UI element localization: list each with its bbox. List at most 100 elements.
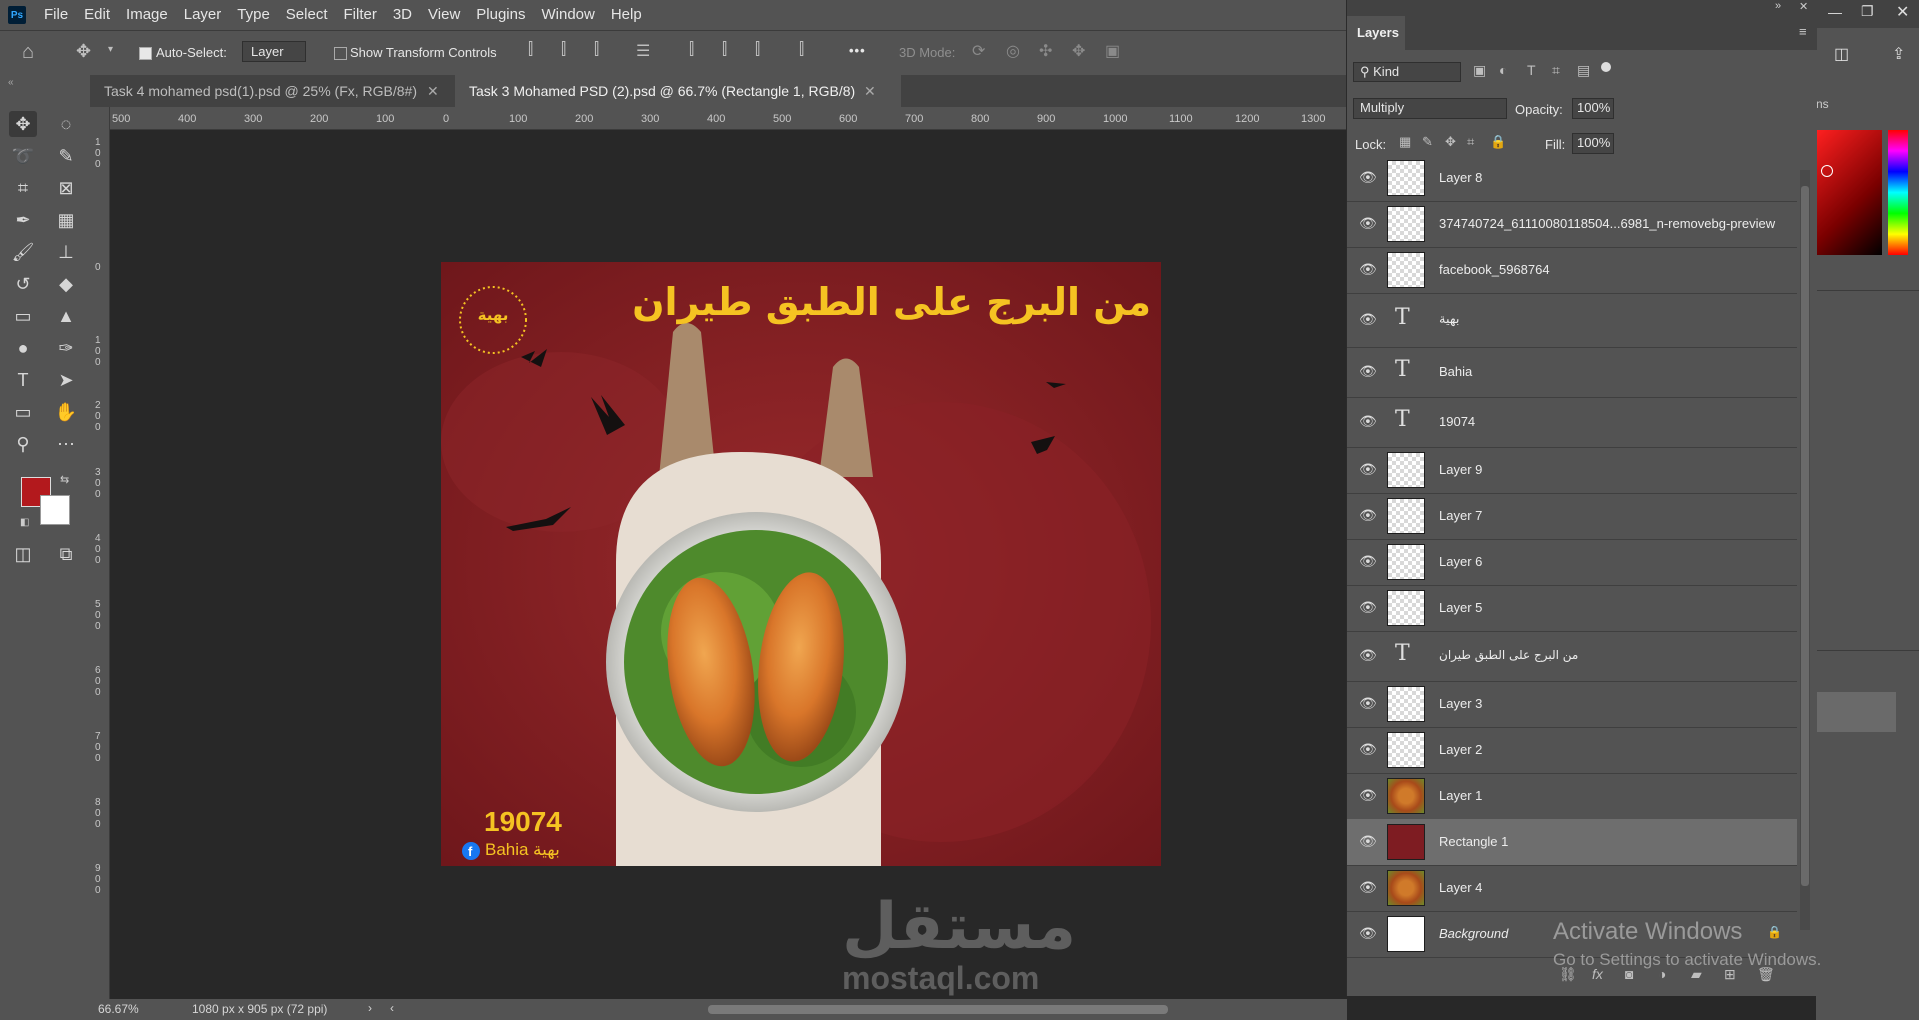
align-center-icon[interactable]: ⫿ [561, 41, 566, 59]
more-tools-icon[interactable]: ⋯ [52, 431, 80, 457]
filter-toggle-icon[interactable] [1601, 62, 1611, 72]
filter-kind-dropdown[interactable]: ⚲ Kind [1353, 62, 1461, 82]
workspace-icon[interactable]: ◫ [1834, 44, 1849, 64]
lock-all-icon[interactable]: 🔒 [1490, 134, 1506, 150]
align-top-icon[interactable]: ⫿ [689, 41, 694, 59]
3d-slide-icon[interactable]: ✥ [1072, 41, 1085, 61]
layer-row[interactable]: 👁 Layer 4 [1347, 865, 1797, 912]
home-icon[interactable]: ⌂ [22, 41, 34, 64]
menu-image[interactable]: Image [118, 0, 176, 30]
visibility-eye-icon[interactable]: 👁 [1359, 879, 1377, 896]
visibility-eye-icon[interactable]: 👁 [1359, 363, 1377, 380]
menu-help[interactable]: Help [603, 0, 650, 30]
distribute-vertical-icon[interactable]: ⫿ [799, 41, 804, 59]
visibility-eye-icon[interactable]: 👁 [1359, 647, 1377, 664]
hue-slider[interactable] [1888, 130, 1908, 255]
auto-select-dropdown[interactable]: Layer [242, 41, 306, 62]
collapse-icon[interactable]: « [8, 77, 14, 88]
auto-select-checkbox[interactable] [139, 47, 152, 60]
zoom-level[interactable]: 66.67% [98, 1002, 139, 1016]
align-bottom-icon[interactable]: ⫿ [755, 41, 760, 59]
chevron-left-icon[interactable]: ‹ [390, 1001, 394, 1015]
show-transform-checkbox[interactable] [334, 47, 347, 60]
close-window-icon[interactable]: ✕ [1896, 2, 1909, 22]
lock-transparent-icon[interactable]: ▦ [1399, 134, 1411, 150]
layers-scrollbar[interactable] [1800, 170, 1810, 930]
visibility-eye-icon[interactable]: 👁 [1359, 553, 1377, 570]
rectangle-tool-icon[interactable]: ▭ [9, 399, 37, 425]
lasso-tool-icon[interactable]: ➰ [9, 143, 37, 169]
hand-tool-icon[interactable]: ✋ [52, 399, 80, 425]
opacity-input[interactable]: 100% [1572, 98, 1614, 119]
3d-roll-icon[interactable]: ◎ [1006, 41, 1020, 61]
restore-icon[interactable]: ❐ [1861, 3, 1874, 20]
pen-tool-icon[interactable]: ✑ [52, 335, 80, 361]
lock-pixels-icon[interactable]: ✎ [1422, 134, 1433, 150]
close-icon[interactable]: ✕ [427, 83, 439, 100]
visibility-eye-icon[interactable]: 👁 [1359, 507, 1377, 524]
visibility-eye-icon[interactable]: 👁 [1359, 169, 1377, 186]
move-tool-icon[interactable]: ✥ [9, 111, 37, 137]
visibility-eye-icon[interactable]: 👁 [1359, 461, 1377, 478]
layer-row[interactable]: 👁 Layer 1 [1347, 773, 1797, 820]
3d-camera-icon[interactable]: ▣ [1105, 41, 1120, 61]
horizontal-scrollbar[interactable] [708, 1005, 1168, 1014]
lock-artboard-icon[interactable]: ⌗ [1467, 134, 1474, 150]
visibility-eye-icon[interactable]: 👁 [1359, 833, 1377, 850]
menu-3d[interactable]: 3D [385, 0, 420, 30]
color-picker-handle[interactable] [1821, 165, 1833, 177]
fill-input[interactable]: 100% [1572, 133, 1614, 154]
layer-row[interactable]: 👁 T من البرج على الطبق طيران [1347, 631, 1797, 682]
dodge-tool-icon[interactable]: ● [9, 335, 37, 361]
content-aware-tool-icon[interactable]: ▦ [52, 207, 80, 233]
document-artboard[interactable]: f من البرج على الطبق طيران بهية 19074 Ba… [441, 262, 1161, 866]
layer-row[interactable]: 👁 Layer 7 [1347, 493, 1797, 540]
close-icon[interactable]: ✕ [864, 83, 876, 100]
menu-edit[interactable]: Edit [76, 0, 118, 30]
menu-window[interactable]: Window [533, 0, 602, 30]
default-colors-icon[interactable]: ◧ [20, 517, 29, 528]
layer-row[interactable]: 👁 Layer 8 [1347, 155, 1797, 202]
filter-smart-icon[interactable]: ▤ [1577, 62, 1590, 79]
align-middle-icon[interactable]: ⫿ [722, 41, 727, 59]
visibility-eye-icon[interactable]: 👁 [1359, 311, 1377, 328]
crop-tool-icon[interactable]: ⌗ [9, 175, 37, 201]
frame-tool-icon[interactable]: ⊠ [52, 175, 80, 201]
minimize-icon[interactable]: — [1828, 4, 1842, 20]
eraser-tool-icon[interactable]: ◆ [52, 271, 80, 297]
blur-tool-icon[interactable]: ▲ [52, 303, 80, 329]
zoom-tool-icon[interactable]: ⚲ [9, 431, 37, 457]
layer-row[interactable]: 👁 T 19074 [1347, 397, 1797, 448]
visibility-eye-icon[interactable]: 👁 [1359, 787, 1377, 804]
share-icon[interactable]: ⇪ [1892, 44, 1905, 64]
screen-mode-icon[interactable]: ⧉ [52, 541, 80, 567]
layer-row[interactable]: 👁 T Bahia [1347, 347, 1797, 398]
menu-layer[interactable]: Layer [176, 0, 230, 30]
visibility-eye-icon[interactable]: 👁 [1359, 261, 1377, 278]
menu-type[interactable]: Type [229, 0, 278, 30]
filter-type-icon[interactable]: T [1527, 62, 1536, 78]
swap-colors-icon[interactable]: ⇆ [60, 473, 69, 486]
collapse-icon[interactable]: » [1775, 0, 1781, 12]
align-right-icon[interactable]: ⫿ [594, 41, 599, 59]
menu-view[interactable]: View [420, 0, 468, 30]
layer-row-selected[interactable]: 👁 Rectangle 1 [1347, 819, 1797, 866]
path-select-tool-icon[interactable]: ➤ [52, 367, 80, 393]
menu-select[interactable]: Select [278, 0, 336, 30]
chevron-down-icon[interactable]: ▾ [108, 44, 113, 55]
photoshop-logo[interactable]: Ps [8, 6, 26, 24]
distribute-icon[interactable]: ☰ [636, 41, 650, 61]
3d-pan-icon[interactable]: ✣ [1039, 41, 1052, 61]
background-color-swatch[interactable] [40, 495, 70, 525]
brush-tool-icon[interactable]: 🖌 [9, 239, 37, 265]
panel-menu-icon[interactable]: ≡ [1799, 24, 1807, 39]
history-brush-tool-icon[interactable]: ↺ [9, 271, 37, 297]
align-left-icon[interactable]: ⫿ [528, 41, 533, 59]
visibility-eye-icon[interactable]: 👁 [1359, 695, 1377, 712]
layer-row[interactable]: 👁 Layer 9 [1347, 447, 1797, 494]
layer-row[interactable]: 👁 Layer 3 [1347, 681, 1797, 728]
visibility-eye-icon[interactable]: 👁 [1359, 413, 1377, 430]
blend-mode-dropdown[interactable]: Multiply [1353, 98, 1507, 119]
color-picker-field[interactable] [1816, 130, 1882, 255]
close-panel-icon[interactable]: ✕ [1799, 0, 1808, 13]
